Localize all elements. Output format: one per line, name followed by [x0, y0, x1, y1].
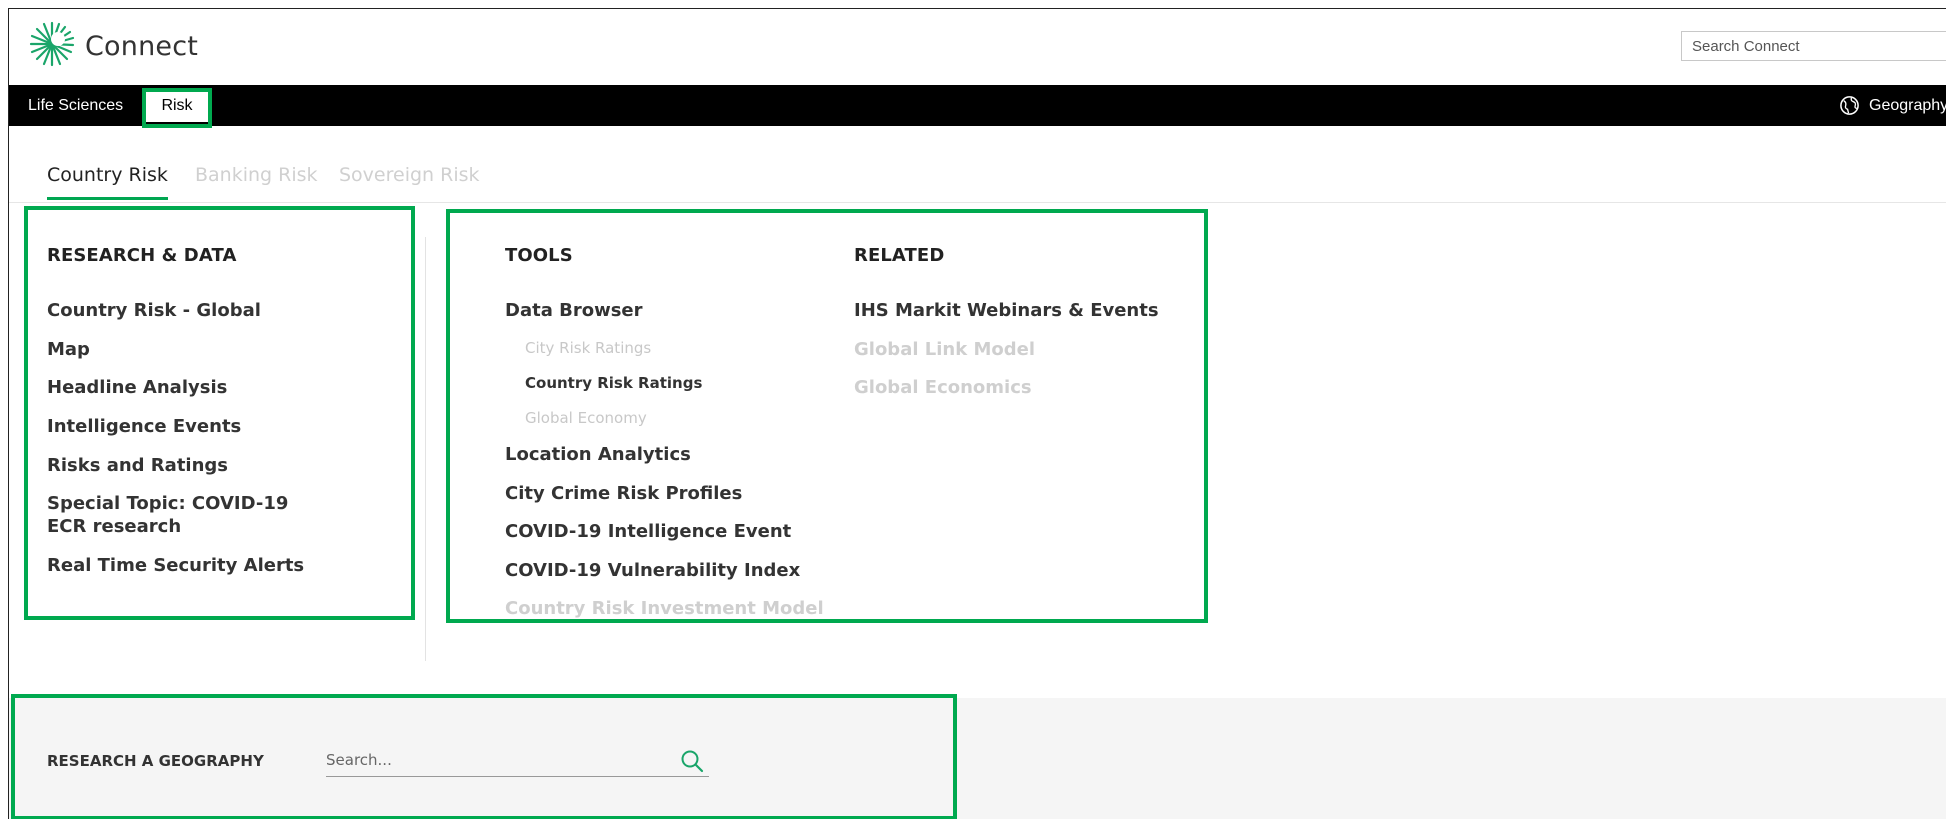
- link-city-crime-risk-profiles[interactable]: City Crime Risk Profiles: [505, 483, 742, 504]
- geography-search-input[interactable]: [326, 744, 709, 777]
- connect-logo-icon[interactable]: [29, 21, 75, 67]
- nav-item-risk[interactable]: Risk: [146, 89, 208, 122]
- tab-sovereign-risk[interactable]: Sovereign Risk: [339, 164, 480, 186]
- main-navbar: Life Sciences Risk Geography: [9, 85, 1946, 126]
- link-intelligence-events[interactable]: Intelligence Events: [47, 416, 241, 437]
- research-geography-panel: RESEARCH A GEOGRAPHY: [9, 698, 1946, 819]
- link-risks-and-ratings[interactable]: Risks and Ratings: [47, 455, 228, 476]
- link-real-time-security-alerts[interactable]: Real Time Security Alerts: [47, 555, 304, 576]
- link-covid-vulnerability-index[interactable]: COVID-19 Vulnerability Index: [505, 560, 800, 581]
- related-heading: RELATED: [854, 245, 945, 266]
- link-global-economics[interactable]: Global Economics: [854, 377, 1032, 398]
- research-data-heading: RESEARCH & DATA: [47, 245, 237, 266]
- research-geography-label: RESEARCH A GEOGRAPHY: [47, 752, 264, 770]
- column-divider: [425, 237, 426, 661]
- link-global-link-model[interactable]: Global Link Model: [854, 339, 1035, 360]
- globe-icon: [1840, 96, 1859, 115]
- app-title: Connect: [85, 31, 199, 62]
- nav-item-geography[interactable]: Geography: [1839, 85, 1946, 126]
- link-country-risk-global[interactable]: Country Risk - Global: [47, 300, 261, 321]
- link-headline-analysis[interactable]: Headline Analysis: [47, 377, 227, 398]
- link-ihs-markit-webinars[interactable]: IHS Markit Webinars & Events: [854, 300, 1159, 321]
- nav-item-life-sciences[interactable]: Life Sciences: [28, 85, 123, 126]
- nav-geography-label: Geography: [1869, 97, 1946, 114]
- link-map[interactable]: Map: [47, 339, 90, 360]
- link-special-topic-covid[interactable]: Special Topic: COVID-19 ECR research: [47, 492, 307, 538]
- search-icon[interactable]: [679, 748, 705, 774]
- link-covid-intelligence-event[interactable]: COVID-19 Intelligence Event: [505, 521, 791, 542]
- link-global-economy[interactable]: Global Economy: [525, 409, 647, 427]
- link-location-analytics[interactable]: Location Analytics: [505, 444, 691, 465]
- risk-subtabs: Country Risk Banking Risk Sovereign Risk: [9, 126, 1946, 203]
- tab-country-risk[interactable]: Country Risk: [47, 164, 168, 200]
- link-country-risk-ratings[interactable]: Country Risk Ratings: [525, 374, 702, 392]
- app-frame: Connect Life Sciences Risk Geography Cou…: [8, 8, 1946, 819]
- header: Connect: [9, 9, 1946, 85]
- link-country-risk-investment-model[interactable]: Country Risk Investment Model: [505, 598, 824, 619]
- tab-banking-risk[interactable]: Banking Risk: [195, 164, 318, 186]
- link-city-risk-ratings[interactable]: City Risk Ratings: [525, 339, 651, 357]
- link-data-browser[interactable]: Data Browser: [505, 300, 643, 321]
- tools-heading: TOOLS: [505, 245, 573, 266]
- search-connect-input[interactable]: [1681, 31, 1946, 61]
